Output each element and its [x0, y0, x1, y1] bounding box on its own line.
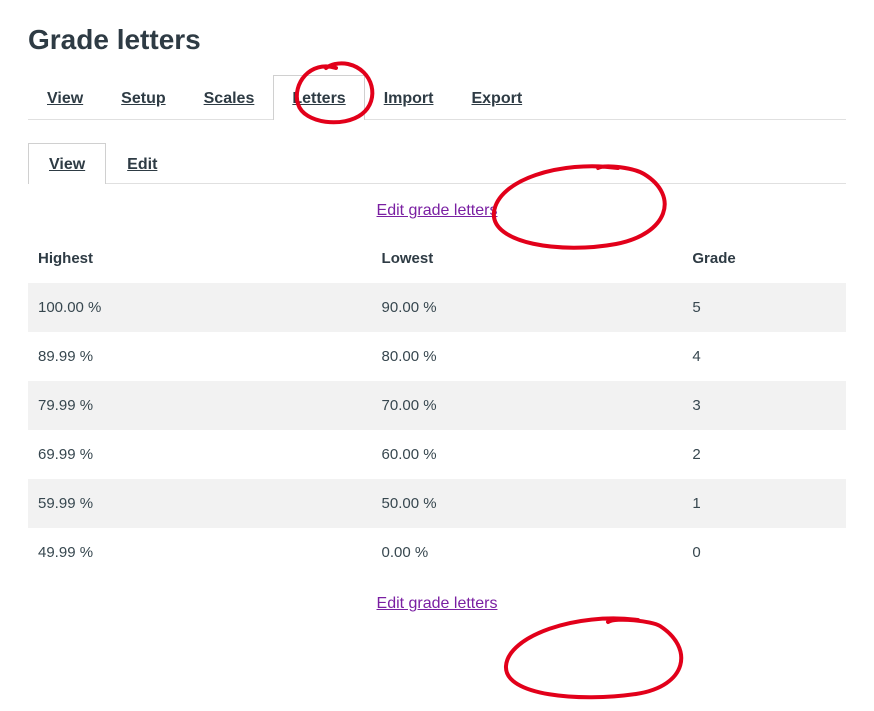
table-row: 79.99 % 70.00 % 3 [28, 381, 846, 430]
cell-grade: 0 [682, 528, 846, 577]
col-header-grade: Grade [682, 234, 846, 283]
cell-lowest: 70.00 % [372, 381, 683, 430]
cell-highest: 49.99 % [28, 528, 372, 577]
cell-grade: 1 [682, 479, 846, 528]
cell-highest: 79.99 % [28, 381, 372, 430]
cell-highest: 69.99 % [28, 430, 372, 479]
tab-export[interactable]: Export [452, 75, 541, 120]
tab-scales[interactable]: Scales [185, 75, 274, 120]
sub-tab-row: View Edit [28, 142, 846, 184]
cell-grade: 2 [682, 430, 846, 479]
cell-lowest: 0.00 % [372, 528, 683, 577]
col-header-highest: Highest [28, 234, 372, 283]
edit-link-row-top: Edit grade letters [28, 202, 846, 220]
table-row: 59.99 % 50.00 % 1 [28, 479, 846, 528]
table-row: 89.99 % 80.00 % 4 [28, 332, 846, 381]
main-tab-row: View Setup Scales Letters Import Export [28, 74, 846, 120]
tab-view[interactable]: View [28, 75, 102, 120]
cell-grade: 3 [682, 381, 846, 430]
page-title: Grade letters [28, 24, 846, 56]
edit-link-row-bottom: Edit grade letters [28, 595, 846, 613]
subtab-view[interactable]: View [28, 143, 106, 184]
subtab-edit[interactable]: Edit [106, 143, 178, 184]
cell-grade: 5 [682, 283, 846, 332]
tab-setup[interactable]: Setup [102, 75, 184, 120]
edit-grade-letters-link-bottom[interactable]: Edit grade letters [377, 595, 498, 612]
cell-lowest: 60.00 % [372, 430, 683, 479]
edit-grade-letters-link-top[interactable]: Edit grade letters [377, 202, 498, 219]
table-row: 49.99 % 0.00 % 0 [28, 528, 846, 577]
table-row: 100.00 % 90.00 % 5 [28, 283, 846, 332]
tab-import[interactable]: Import [365, 75, 453, 120]
grade-letters-table: Highest Lowest Grade 100.00 % 90.00 % 5 … [28, 234, 846, 577]
cell-highest: 89.99 % [28, 332, 372, 381]
cell-lowest: 90.00 % [372, 283, 683, 332]
cell-lowest: 50.00 % [372, 479, 683, 528]
tab-letters[interactable]: Letters [273, 75, 364, 120]
cell-highest: 100.00 % [28, 283, 372, 332]
table-row: 69.99 % 60.00 % 2 [28, 430, 846, 479]
cell-grade: 4 [682, 332, 846, 381]
col-header-lowest: Lowest [372, 234, 683, 283]
cell-lowest: 80.00 % [372, 332, 683, 381]
cell-highest: 59.99 % [28, 479, 372, 528]
